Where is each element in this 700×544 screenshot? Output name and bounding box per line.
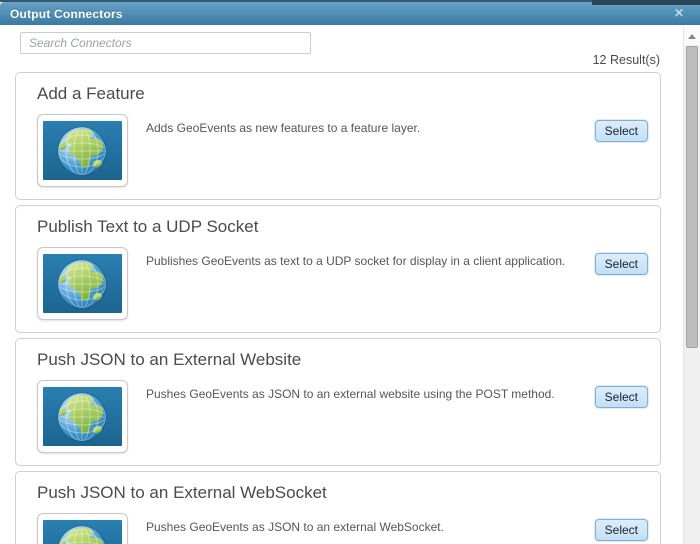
- connector-thumbnail: [37, 114, 128, 187]
- connector-description: Pushes GeoEvents as JSON to an external …: [146, 520, 444, 534]
- vertical-scrollbar[interactable]: [683, 27, 700, 544]
- dialog-title: Output Connectors: [10, 6, 123, 21]
- connector-description: Adds GeoEvents as new features to a feat…: [146, 121, 421, 135]
- connector-row: Pushes GeoEvents as JSON to an external …: [37, 380, 649, 453]
- connector-card: Push JSON to an External Website Pushes …: [15, 338, 661, 466]
- connector-thumbnail: [37, 247, 128, 320]
- connector-card: Push JSON to an External WebSocket Pushe…: [15, 471, 661, 544]
- dialog-titlebar: Output Connectors ✕: [0, 2, 700, 25]
- connector-title: Push JSON to an External Website: [37, 350, 302, 369]
- connector-description: Publishes GeoEvents as text to a UDP soc…: [146, 254, 566, 268]
- connector-list: Add a Feature Adds GeoEvents as new feat…: [15, 72, 661, 544]
- chevron-up-icon: [688, 33, 696, 39]
- connector-title: Publish Text to a UDP Socket: [37, 217, 259, 236]
- globe-icon: [43, 254, 122, 313]
- globe-icon: [43, 121, 122, 180]
- connector-thumbnail: [37, 380, 128, 453]
- connector-row: Adds GeoEvents as new features to a feat…: [37, 114, 649, 187]
- select-button[interactable]: Select: [594, 386, 648, 408]
- globe-icon: [43, 387, 122, 446]
- select-button[interactable]: Select: [594, 253, 648, 275]
- connector-card: Publish Text to a UDP Socket Publishes G…: [15, 205, 661, 333]
- globe-icon: [43, 520, 122, 544]
- connector-title: Add a Feature: [37, 84, 145, 103]
- dialog-body: 12 Result(s) Add a Feature: [0, 25, 700, 544]
- results-count: 12 Result(s): [592, 53, 660, 67]
- connector-row: Pushes GeoEvents as JSON to an external …: [37, 513, 649, 544]
- select-button[interactable]: Select: [594, 120, 648, 142]
- scrollbar-thumb[interactable]: [686, 46, 698, 348]
- connector-card: Add a Feature Adds GeoEvents as new feat…: [15, 72, 661, 200]
- select-button[interactable]: Select: [594, 519, 648, 541]
- close-icon[interactable]: ✕: [674, 6, 684, 20]
- scroll-up-button[interactable]: [684, 27, 700, 45]
- search-input[interactable]: [20, 32, 311, 54]
- background-page-sliver: [592, 0, 700, 5]
- connector-description: Pushes GeoEvents as JSON to an external …: [146, 387, 555, 401]
- connector-row: Publishes GeoEvents as text to a UDP soc…: [37, 247, 649, 320]
- connector-thumbnail: [37, 513, 128, 544]
- connector-title: Push JSON to an External WebSocket: [37, 483, 327, 502]
